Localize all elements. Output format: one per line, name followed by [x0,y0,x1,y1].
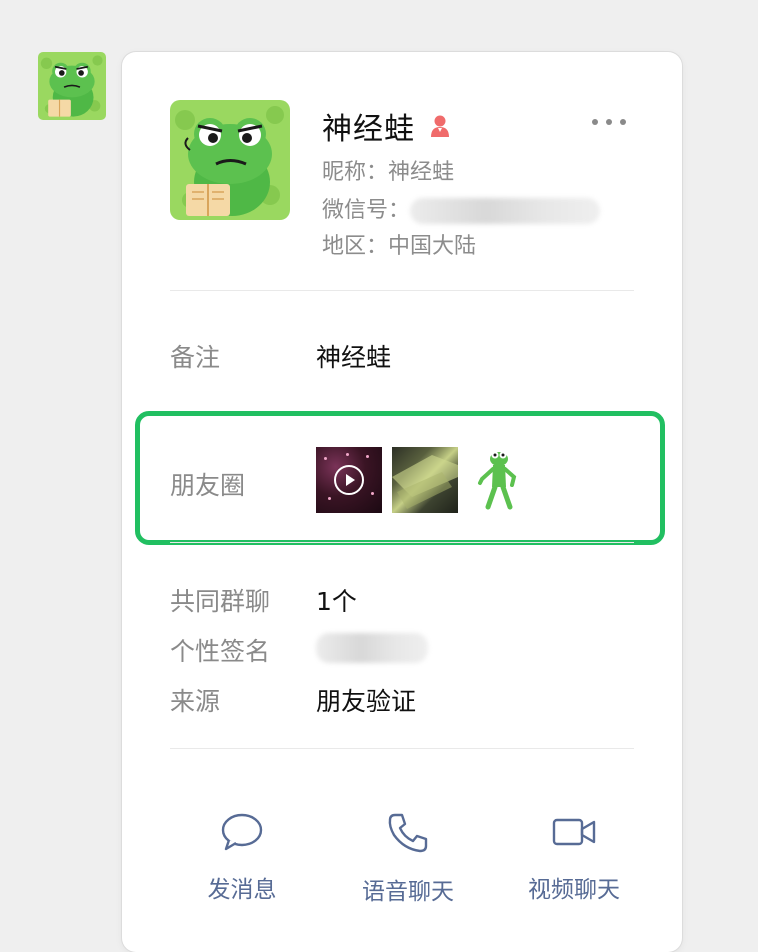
signature-redacted [316,633,428,663]
voice-call-button[interactable]: 语音聊天 [338,812,478,906]
groups-label: 共同群聊 [170,587,271,616]
phone-icon [388,813,428,853]
signature-label: 个性签名 [170,637,271,666]
region-line: 地区：中国大陆 [322,228,476,260]
video-call-label: 视频聊天 [528,877,620,903]
remark-label: 备注 [170,343,221,372]
name-row: 神经蛙 [322,104,453,148]
contact-profile-card: 神经蛙 昵称：神经蛙 微信号： 地区：中国大陆 备注 神经蛙 朋友圈 共同群聊 … [122,52,682,952]
more-options-button[interactable] [592,112,626,132]
moments-label: 朋友圈 [170,471,246,500]
female-icon [431,115,449,137]
nickname-label: 昵称： [322,160,389,185]
wechat-id-label: 微信号： [322,198,411,223]
nickname-value: 神经蛙 [388,160,455,185]
profile-avatar[interactable] [170,100,290,220]
divider [170,542,634,543]
moments-thumbnails [316,447,534,513]
play-icon [334,465,364,495]
frog-avatar-image [38,52,106,120]
frog-avatar-image [170,100,290,220]
chat-bubble-icon [221,813,263,851]
wechat-id-redacted [410,198,601,224]
more-dot-icon [606,119,612,125]
send-message-button[interactable]: 发消息 [172,812,312,904]
signature-value [316,632,428,663]
wechat-id-line: 微信号： [322,192,601,224]
display-name: 神经蛙 [322,112,415,147]
frog-sticker-thumbnail[interactable] [468,447,534,513]
photo-thumbnail[interactable] [392,447,458,513]
photo-image [392,455,458,509]
more-dot-icon [620,119,626,125]
video-thumbnail[interactable] [316,447,382,513]
video-camera-icon [552,818,596,846]
region-label: 地区： [322,234,389,259]
source-value: 朋友验证 [316,687,417,716]
dancing-frog-image [478,451,517,510]
chat-list-avatar[interactable] [38,52,106,120]
region-value: 中国大陆 [388,234,477,259]
send-message-label: 发消息 [207,877,277,903]
video-call-button[interactable]: 视频聊天 [504,812,644,904]
remark-value[interactable]: 神经蛙 [316,338,391,374]
divider [170,290,634,291]
voice-call-label: 语音聊天 [362,879,454,905]
more-dot-icon [592,119,598,125]
nickname-line: 昵称：神经蛙 [322,154,454,186]
groups-value[interactable]: 1个 [316,582,357,618]
divider [170,748,634,749]
source-label: 来源 [170,687,221,716]
